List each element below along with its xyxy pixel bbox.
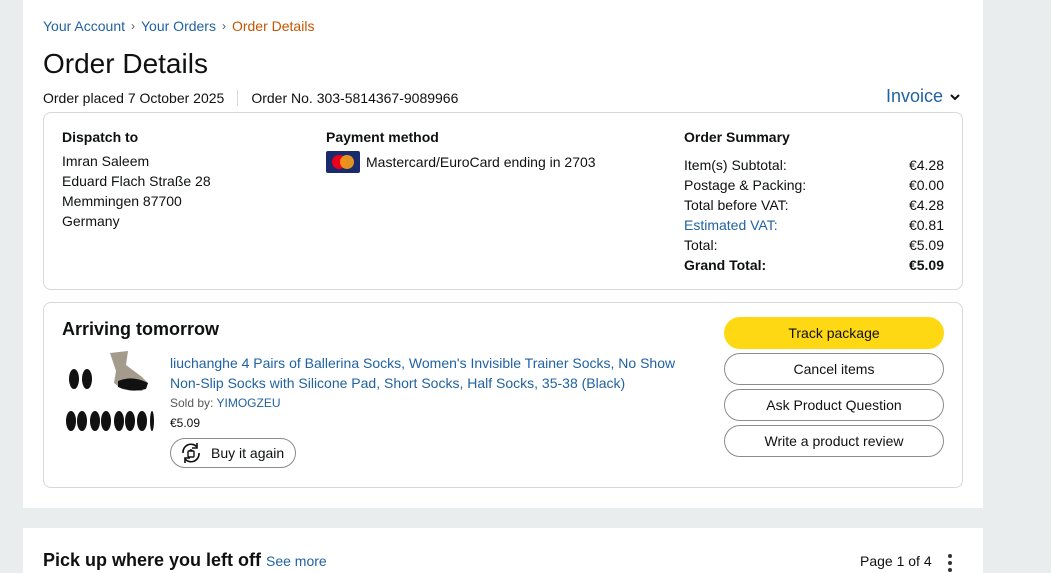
summary-label: Postage & Packing: xyxy=(684,177,807,193)
mastercard-icon xyxy=(326,151,360,173)
item-price: €5.09 xyxy=(170,416,201,430)
breadcrumb-your-account[interactable]: Your Account xyxy=(43,18,125,34)
breadcrumb-separator: › xyxy=(131,19,135,33)
summary-row: Estimated VAT: €0.81 xyxy=(684,215,944,235)
product-image[interactable] xyxy=(62,351,154,441)
dispatch-heading: Dispatch to xyxy=(62,129,139,145)
pickup-panel: Pick up where you left off See more Page… xyxy=(23,528,983,573)
payment-method: Mastercard/EuroCard ending in 2703 xyxy=(326,151,596,173)
summary-label: Item(s) Subtotal: xyxy=(684,157,787,173)
pickup-title: Pick up where you left off xyxy=(43,550,262,570)
summary-value: €5.09 xyxy=(908,237,944,253)
chevron-down-icon xyxy=(950,93,960,100)
page-title: Order Details xyxy=(43,48,208,79)
invoice-dropdown[interactable]: Invoice xyxy=(886,86,961,107)
order-details-panel: Your Account › Your Orders › Order Detai… xyxy=(23,0,983,508)
order-info-box: Dispatch to Imran Saleem Eduard Flach St… xyxy=(43,112,963,290)
summary-label: Total before VAT: xyxy=(684,197,789,213)
breadcrumb-current: Order Details xyxy=(231,18,315,34)
summary-value: €0.00 xyxy=(908,177,944,193)
estimated-vat-link[interactable]: Estimated VAT: xyxy=(684,215,778,235)
seller-link[interactable]: YIMOGZEU xyxy=(216,396,280,410)
summary-value: €0.81 xyxy=(908,217,944,233)
buy-again-icon xyxy=(182,443,200,463)
payment-heading: Payment method xyxy=(326,129,439,145)
buy-again-label: Buy it again xyxy=(211,445,285,461)
address-line: Imran Saleem xyxy=(62,153,150,169)
breadcrumb: Your Account › Your Orders › Order Detai… xyxy=(43,18,314,34)
address-line: Memmingen 87700 xyxy=(62,193,182,209)
buy-again-button[interactable]: Buy it again xyxy=(170,438,297,468)
shipment-actions: Track package Cancel items Ask Product Q… xyxy=(724,317,944,461)
summary-label: Total: xyxy=(684,237,718,253)
breadcrumb-separator: › xyxy=(221,19,226,33)
summary-row: Total: €5.09 xyxy=(684,235,944,255)
order-meta: Order placed 7 October 2025 Order No. 30… xyxy=(43,90,458,106)
more-options-icon[interactable] xyxy=(945,554,955,573)
summary-value: €4.28 xyxy=(908,197,944,213)
ask-product-question-button[interactable]: Ask Product Question xyxy=(724,389,944,421)
summary-value: €4.28 xyxy=(908,157,944,173)
grand-total-row: Grand Total: €5.09 xyxy=(684,255,944,275)
summary-row: Postage & Packing: €0.00 xyxy=(684,175,944,195)
summary-row: Item(s) Subtotal: €4.28 xyxy=(684,155,944,175)
track-package-button[interactable]: Track package xyxy=(724,317,944,349)
sold-by: Sold by: YIMOGZEU xyxy=(170,396,281,410)
grand-total-value: €5.09 xyxy=(908,257,944,273)
breadcrumb-your-orders[interactable]: Your Orders xyxy=(141,18,216,34)
shipment-box: Arriving tomorrow liuchanghe 4 Pairs of … xyxy=(43,302,963,488)
invoice-label: Invoice xyxy=(885,86,943,106)
see-more-link[interactable]: See more xyxy=(266,553,327,569)
delivery-status: Arriving tomorrow xyxy=(62,319,220,339)
order-placed-date: Order placed 7 October 2025 xyxy=(43,90,225,106)
address-line: Germany xyxy=(62,213,120,229)
cancel-items-button[interactable]: Cancel items xyxy=(724,353,944,385)
address-line: Eduard Flach Straße 28 xyxy=(62,173,211,189)
payment-card-text: Mastercard/EuroCard ending in 2703 xyxy=(366,154,596,170)
order-number: Order No. 303-5814367-9089966 xyxy=(251,90,459,106)
summary-row: Total before VAT: €4.28 xyxy=(684,195,944,215)
order-summary-heading: Order Summary xyxy=(684,129,790,145)
sold-by-label: Sold by: xyxy=(170,396,214,410)
summary-label: Grand Total: xyxy=(684,257,767,273)
write-review-button[interactable]: Write a product review xyxy=(724,425,944,457)
product-title-link[interactable]: liuchanghe 4 Pairs of Ballerina Socks, W… xyxy=(170,353,690,393)
order-summary-table: Item(s) Subtotal: €4.28 Postage & Packin… xyxy=(684,155,944,275)
meta-divider xyxy=(237,90,239,106)
page-indicator: Page 1 of 4 xyxy=(860,553,932,569)
dispatch-address: Imran Saleem Eduard Flach Straße 28 Memm… xyxy=(62,151,211,231)
